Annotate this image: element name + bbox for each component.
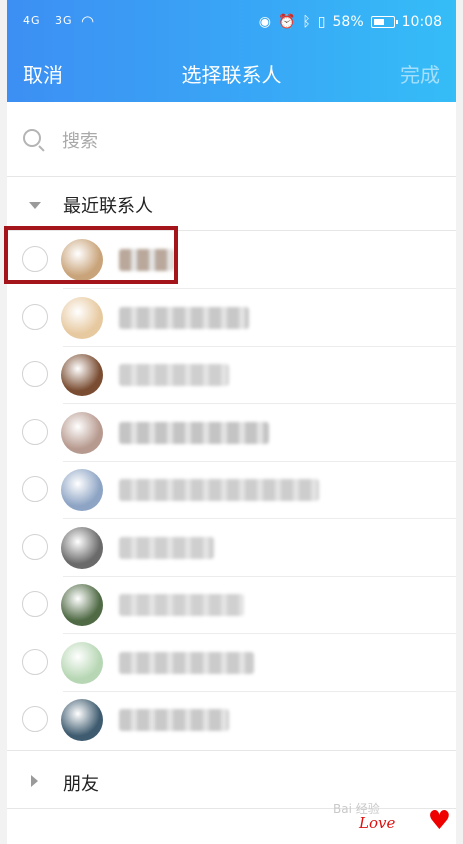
- contact-row[interactable]: [7, 405, 456, 462]
- select-radio[interactable]: [22, 303, 48, 330]
- nav-bar: 取消 选择联系人 完成: [7, 52, 456, 92]
- watermark: Bai 经验 Love ♥: [333, 800, 453, 836]
- vibrate-icon: ▯: [317, 14, 326, 30]
- divider: [7, 750, 456, 751]
- battery-icon: [370, 16, 398, 28]
- search-bar[interactable]: 搜索: [7, 112, 456, 168]
- avatar: [61, 699, 103, 741]
- divider: [7, 176, 456, 177]
- select-radio[interactable]: [22, 476, 48, 502]
- highlight-box: [4, 226, 178, 284]
- contact-name: [119, 479, 319, 501]
- select-radio[interactable]: [22, 591, 48, 617]
- chevron-down-icon: [29, 202, 41, 209]
- select-radio[interactable]: [22, 648, 48, 675]
- avatar: [61, 469, 103, 511]
- contact-row[interactable]: [7, 692, 456, 749]
- wifi-icon: ◠: [81, 12, 95, 30]
- signal-3g-icon: 3G: [55, 14, 73, 27]
- eye-icon: ◉: [258, 14, 271, 30]
- contact-row[interactable]: [7, 520, 456, 577]
- contact-name: [119, 306, 249, 329]
- contact-row[interactable]: [7, 462, 456, 519]
- select-radio[interactable]: [22, 706, 48, 732]
- recent-contacts-header[interactable]: 最近联系人: [7, 178, 456, 230]
- bluetooth-icon: ᛒ: [302, 14, 311, 30]
- avatar: [61, 526, 103, 569]
- alarm-icon: ⏰: [277, 14, 296, 30]
- contact-name: [119, 594, 244, 616]
- contact-name: [119, 709, 229, 731]
- friends-label: 朋友: [63, 774, 99, 795]
- status-bar: 4G 3G ◠ ◉ ⏰ ᛒ ▯ 58% 10:08: [7, 0, 456, 44]
- avatar: [61, 411, 103, 454]
- select-radio[interactable]: [22, 418, 48, 445]
- contact-row[interactable]: [7, 347, 456, 404]
- search-icon: [23, 129, 41, 147]
- select-radio[interactable]: [22, 533, 48, 560]
- watermark-love: Love: [359, 814, 396, 832]
- select-radio[interactable]: [22, 361, 48, 387]
- contact-name: [119, 651, 254, 674]
- contact-row[interactable]: [7, 577, 456, 634]
- battery-percent: 58%: [332, 14, 364, 30]
- avatar: [61, 641, 103, 684]
- chevron-right-icon: [31, 775, 38, 787]
- contact-row[interactable]: [7, 635, 456, 692]
- page-title: 选择联系人: [181, 63, 282, 87]
- contact-name: [119, 536, 214, 559]
- heart-icon: ♥: [427, 806, 451, 836]
- clock: 10:08: [401, 14, 442, 30]
- avatar: [61, 354, 103, 396]
- avatar: [61, 296, 103, 339]
- avatar: [61, 584, 103, 626]
- contact-name: [119, 364, 229, 386]
- app-header: 4G 3G ◠ ◉ ⏰ ᛒ ▯ 58% 10:08 取消 选择联系人 完成: [7, 0, 456, 102]
- recent-contacts-label: 最近联系人: [63, 196, 153, 217]
- signal-4g-icon: 4G: [23, 14, 41, 27]
- contact-row[interactable]: [7, 290, 456, 347]
- app-frame: 4G 3G ◠ ◉ ⏰ ᛒ ▯ 58% 10:08 取消 选择联系人 完成 搜索…: [7, 0, 456, 844]
- done-button[interactable]: 完成: [400, 59, 440, 88]
- contact-name: [119, 421, 269, 444]
- search-input[interactable]: 搜索: [62, 127, 98, 153]
